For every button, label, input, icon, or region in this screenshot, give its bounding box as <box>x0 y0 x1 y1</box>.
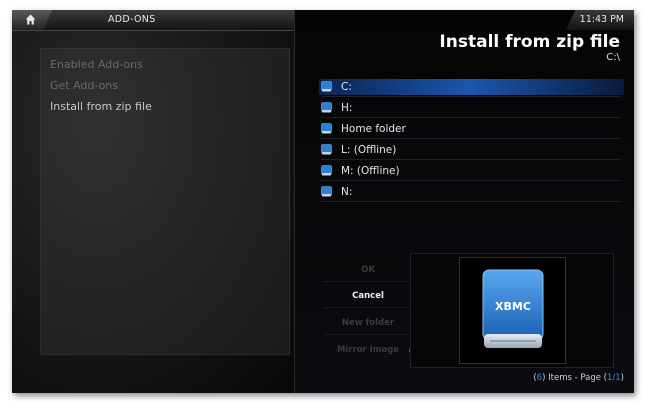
button-divider <box>323 334 413 335</box>
status-bar: (6) Items - Page (1/1) <box>533 373 624 383</box>
xbmc-drive-icon: XBMC <box>482 269 544 348</box>
file-row-label: L: (Offline) <box>341 144 397 156</box>
mirror-image-button[interactable]: Mirror image <box>323 338 417 362</box>
row-divider <box>321 159 621 160</box>
page-indicator: 1/1 <box>606 373 621 383</box>
menu-item-label: Enabled Add-ons <box>50 58 143 71</box>
drive-icon <box>321 123 332 134</box>
right-panel: 11:43 PM Install from zip file C:\ C: H: <box>295 10 634 393</box>
drive-icon <box>321 165 332 176</box>
file-row-n[interactable]: N: <box>321 182 621 202</box>
menu-item-label: Get Add-ons <box>50 79 119 92</box>
file-row-h[interactable]: H: <box>321 98 621 118</box>
ok-button-label: OK <box>361 265 375 275</box>
page-title: Install from zip file <box>439 32 620 52</box>
file-row-l[interactable]: L: (Offline) <box>321 140 621 160</box>
new-folder-button[interactable]: New folder <box>323 311 413 335</box>
new-folder-button-label: New folder <box>341 318 395 328</box>
left-panel: ADD-ONS Enabled Add-ons Get Add-ons Inst… <box>12 10 295 393</box>
app-window: ADD-ONS Enabled Add-ons Get Add-ons Inst… <box>12 10 634 393</box>
row-divider <box>321 117 621 118</box>
drive-icon <box>321 102 332 113</box>
clock-bar: 11:43 PM <box>566 10 634 30</box>
section-title: ADD-ONS <box>108 14 156 25</box>
cancel-button[interactable]: Cancel <box>323 284 413 308</box>
item-count: 6 <box>536 373 543 383</box>
file-row-label: C: <box>341 81 352 93</box>
file-row-label: Home folder <box>341 123 406 135</box>
drive-icon <box>321 81 332 92</box>
menu-panel <box>40 48 290 355</box>
clock: 11:43 PM <box>579 14 624 25</box>
file-row-home-folder[interactable]: Home folder <box>321 119 621 139</box>
menu-item-enabled-addons[interactable]: Enabled Add-ons <box>50 58 143 71</box>
items-label: Items - Page <box>545 373 604 383</box>
button-divider <box>323 281 413 282</box>
current-path: C:\ <box>606 52 620 63</box>
selection-highlight <box>319 79 624 95</box>
drive-icon <box>321 144 332 155</box>
cancel-button-label: Cancel <box>352 291 384 301</box>
row-divider <box>321 138 621 139</box>
menu-item-label: Install from zip file <box>50 100 152 113</box>
file-row-label: N: <box>341 186 353 198</box>
row-divider <box>321 180 621 181</box>
home-button[interactable] <box>12 10 52 30</box>
file-row-label: M: (Offline) <box>341 165 400 177</box>
brand-label: XBMC <box>495 300 531 313</box>
row-divider <box>321 201 621 202</box>
button-divider <box>323 307 413 308</box>
home-icon <box>25 14 36 25</box>
drive-icon <box>321 186 332 197</box>
row-divider <box>321 96 621 97</box>
drive-thumbnail: XBMC <box>459 257 566 364</box>
file-row-label: H: <box>341 102 353 114</box>
ok-button[interactable]: OK <box>323 258 413 282</box>
top-bar: ADD-ONS <box>12 10 295 31</box>
preview-panel: XBMC <box>410 253 614 368</box>
mirror-image-button-label: Mirror image <box>336 345 400 355</box>
menu-item-install-from-zip[interactable]: Install from zip file <box>50 100 152 113</box>
menu-item-get-addons[interactable]: Get Add-ons <box>50 79 118 92</box>
file-row-m[interactable]: M: (Offline) <box>321 161 621 181</box>
file-row-c[interactable]: C: <box>319 77 624 97</box>
